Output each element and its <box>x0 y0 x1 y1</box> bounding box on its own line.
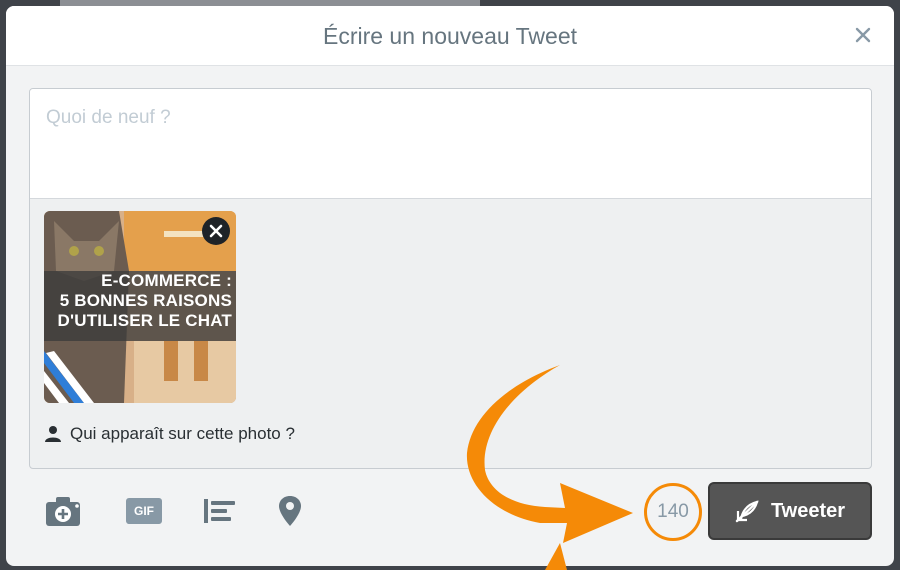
add-location-button[interactable] <box>270 494 310 528</box>
poll-icon <box>204 499 235 523</box>
add-photo-button[interactable] <box>44 494 84 528</box>
compose-tweet-dialog: Écrire un nouveau Tweet Quoi de neuf ? E… <box>6 6 894 566</box>
user-icon <box>45 426 61 442</box>
tweet-button[interactable]: Tweeter <box>708 482 872 540</box>
headline-line: D'UTILISER LE CHAT <box>57 311 232 330</box>
location-pin-icon <box>279 496 301 526</box>
compose-feather-icon <box>735 500 759 523</box>
attached-photo[interactable]: E-COMMERCE : 5 BONNES RAISONS D'UTILISER… <box>44 211 236 403</box>
headline-line: 5 BONNES RAISONS <box>59 291 232 310</box>
tag-people-link[interactable]: Qui apparaît sur cette photo ? <box>44 423 295 445</box>
camera-icon <box>46 497 80 526</box>
add-gif-button[interactable]: GIF <box>124 494 164 528</box>
photo-headline: E-COMMERCE : 5 BONNES RAISONS D'UTILISER… <box>44 271 236 341</box>
add-poll-button[interactable] <box>200 494 240 528</box>
character-counter: 140 <box>644 483 702 541</box>
headline-line: E-COMMERCE : <box>101 271 232 290</box>
tweet-compose-box: Quoi de neuf ? E-COMMERCE : 5 BONNES RAI… <box>29 88 872 469</box>
tag-people-label: Qui apparaît sur cette photo ? <box>70 424 295 443</box>
tweet-button-label: Tweeter <box>770 499 846 522</box>
gif-label: GIF <box>134 504 154 518</box>
close-icon <box>209 224 223 238</box>
close-icon <box>855 27 871 43</box>
close-button[interactable] <box>850 22 876 48</box>
dialog-title: Écrire un nouveau Tweet <box>322 23 577 49</box>
tweet-text-input[interactable]: Quoi de neuf ? <box>30 89 871 199</box>
remove-photo-button[interactable] <box>202 217 230 245</box>
dialog-header: Écrire un nouveau Tweet <box>6 6 894 66</box>
